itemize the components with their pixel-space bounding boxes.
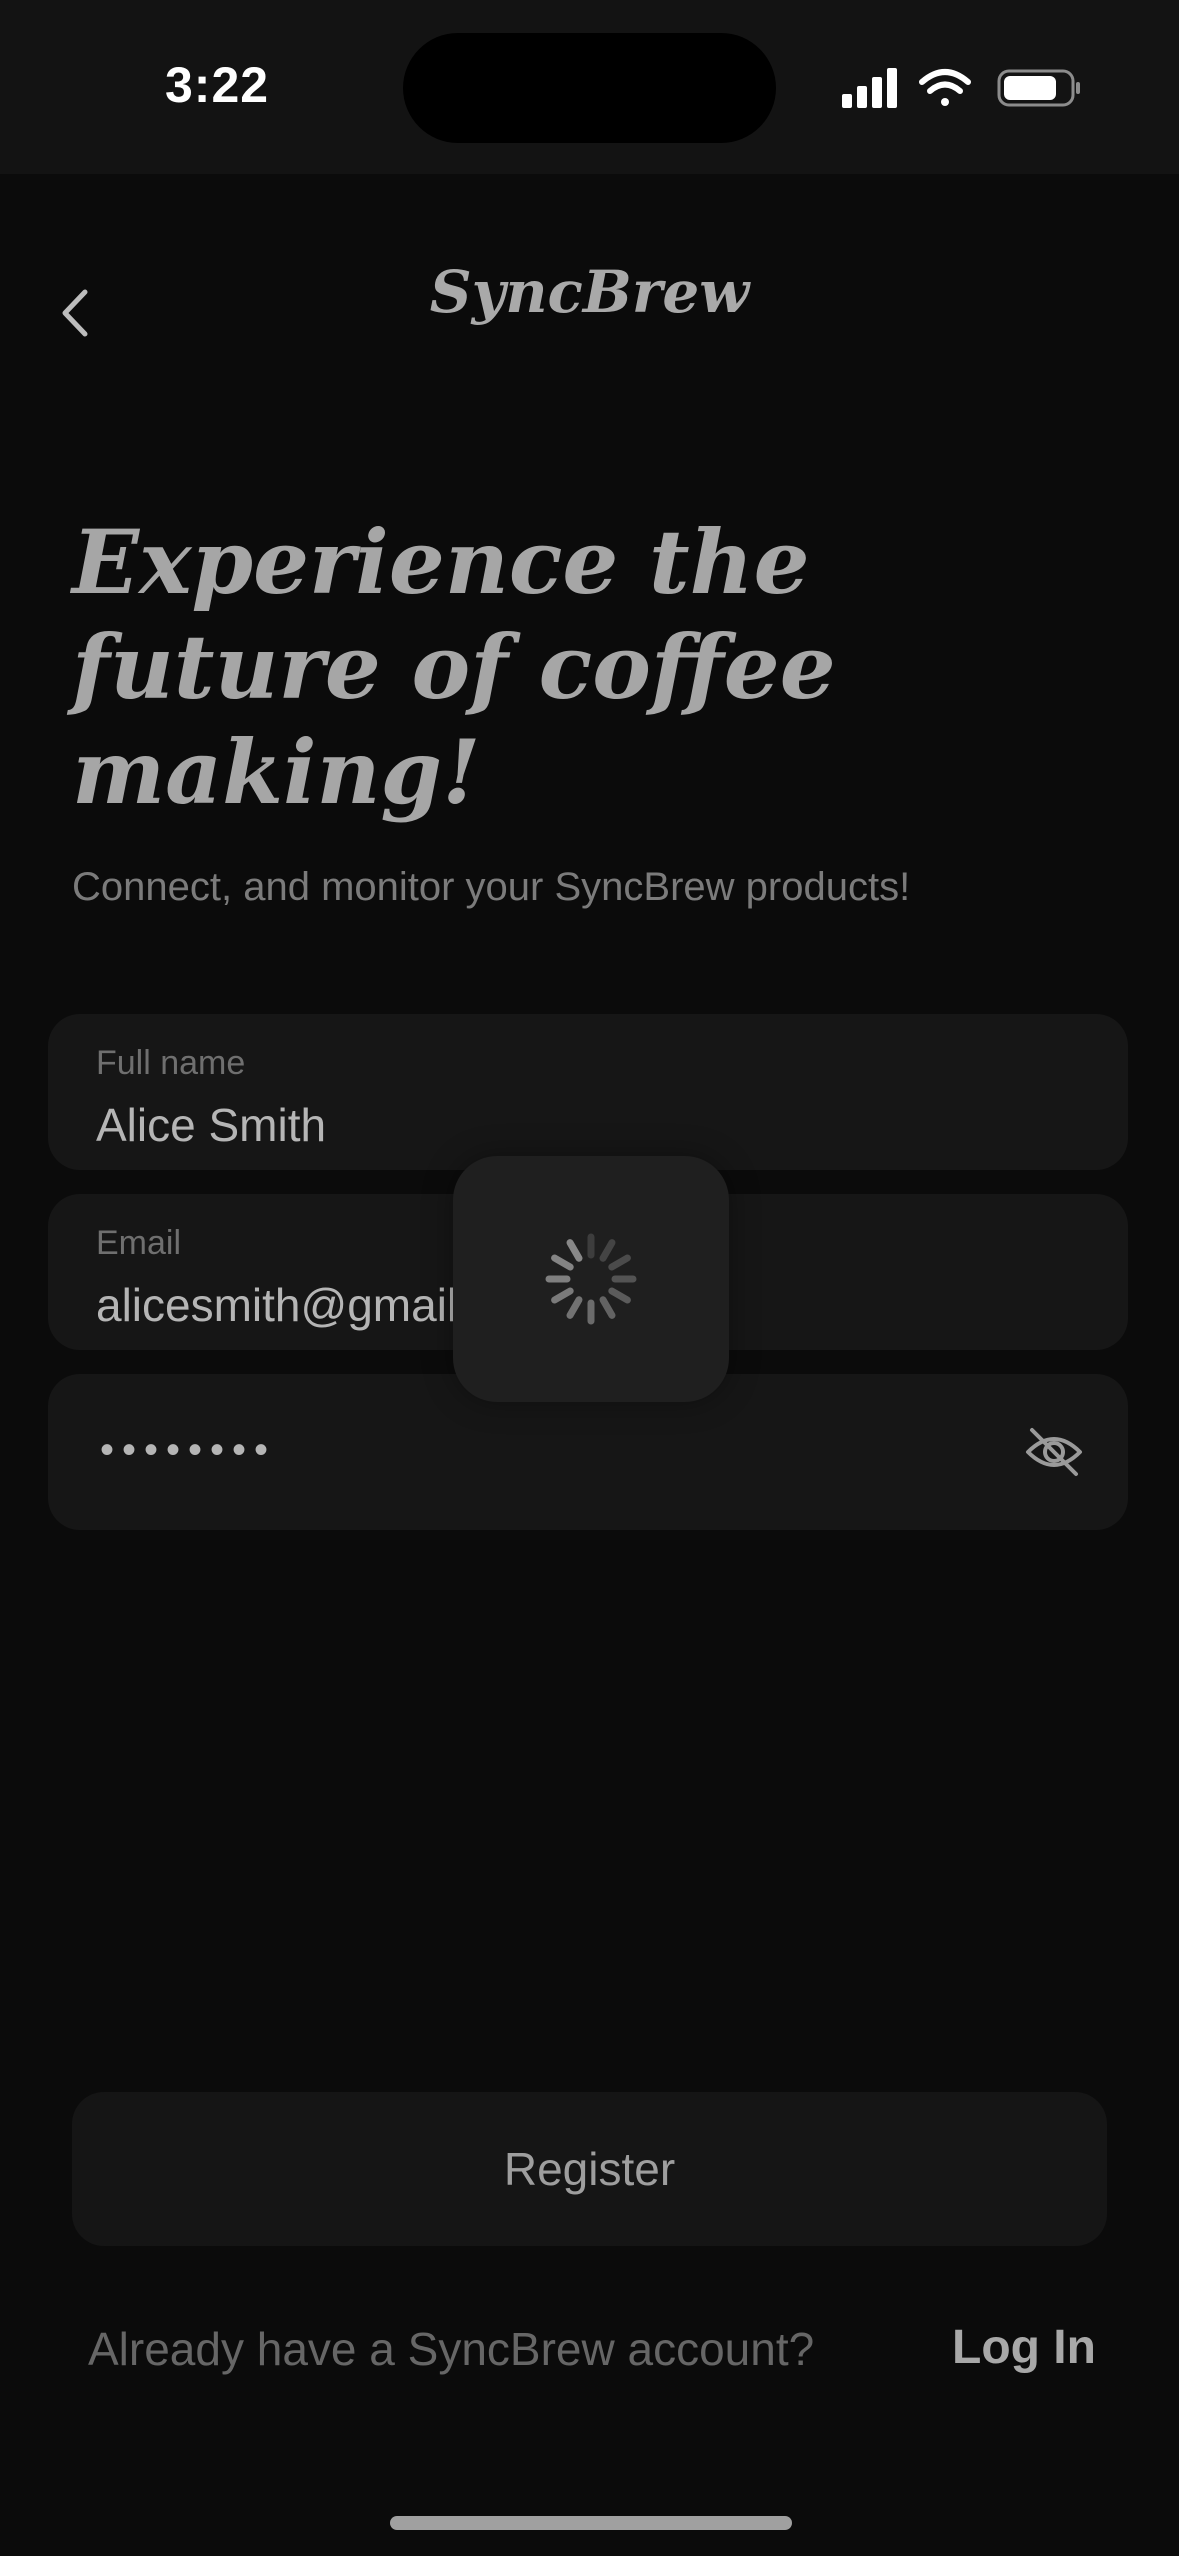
page-subtitle: Connect, and monitor your SyncBrew produ… bbox=[72, 865, 911, 909]
spinner-icon bbox=[545, 1233, 637, 1325]
battery-icon bbox=[997, 69, 1080, 107]
login-link[interactable]: Log In bbox=[952, 2320, 1096, 2375]
status-bar: 3:22 bbox=[0, 0, 1179, 174]
login-prompt-text: Already have a SyncBrew account? bbox=[88, 2323, 815, 2375]
eye-off-icon bbox=[1026, 1428, 1082, 1476]
wifi-icon bbox=[919, 69, 971, 106]
status-icons bbox=[842, 66, 1082, 115]
loading-overlay bbox=[453, 1156, 729, 1402]
brand-logo-text: SyncBrew bbox=[429, 258, 750, 326]
cellular-signal-icon bbox=[842, 68, 897, 108]
page-headline: Experience the future of coffee making! bbox=[72, 510, 836, 824]
full-name-field[interactable]: Full name Alice Smith bbox=[48, 1014, 1128, 1170]
full-name-label: Full name bbox=[96, 1044, 246, 1082]
dynamic-island bbox=[403, 33, 776, 143]
email-label: Email bbox=[96, 1224, 182, 1262]
home-indicator[interactable] bbox=[390, 2516, 792, 2530]
status-time: 3:22 bbox=[165, 57, 270, 113]
password-input[interactable]: •••••••• bbox=[100, 1428, 276, 1473]
register-button[interactable]: Register bbox=[72, 2092, 1107, 2246]
full-name-input[interactable]: Alice Smith bbox=[96, 1098, 1076, 1152]
password-visibility-toggle[interactable] bbox=[1024, 1424, 1084, 1480]
